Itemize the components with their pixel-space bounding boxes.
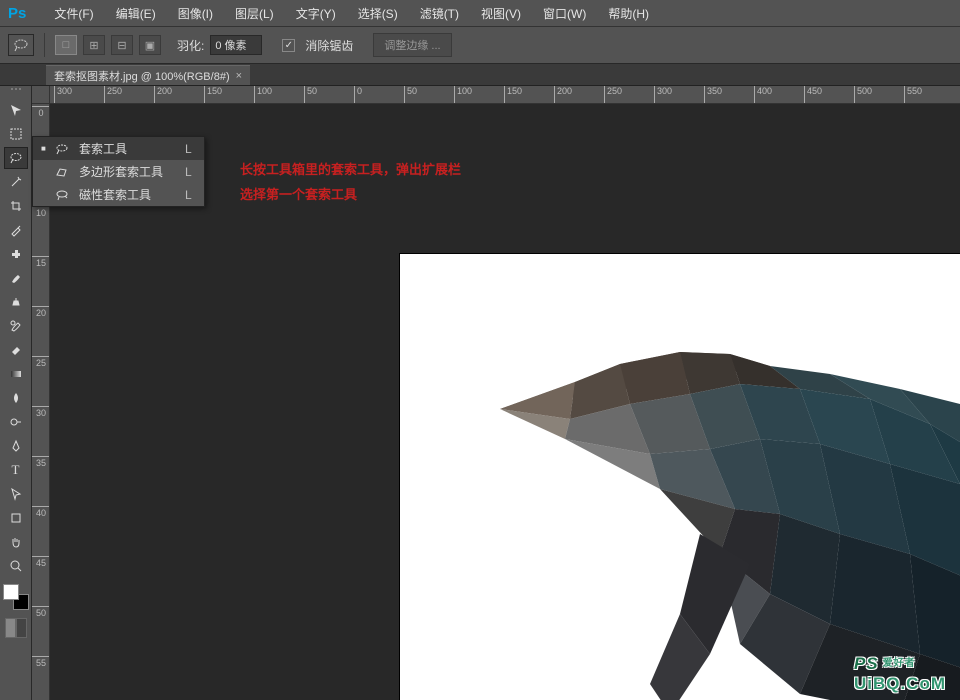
antialias-label: 消除锯齿 [305,37,353,54]
flyout-label: 磁性套索工具 [79,186,163,203]
separator [44,33,45,57]
flyout-magnetic-lasso-tool[interactable]: 磁性套索工具 L [33,183,204,206]
crop-tool-icon[interactable] [4,195,28,217]
lasso-flyout-menu: ■ 套索工具 L 多边形套索工具 L 磁性套索工具 L [32,136,205,207]
marquee-tool-icon[interactable] [4,123,28,145]
selection-subtract-icon[interactable]: ⊟ [111,35,133,55]
polygonal-lasso-icon [55,166,71,178]
flyout-shortcut: L [185,188,192,202]
hand-tool-icon[interactable] [4,531,28,553]
menu-image[interactable]: 图像(I) [168,2,223,25]
shape-tool-icon[interactable] [4,507,28,529]
refine-edge-button[interactable]: 调整边缘 ... [373,33,451,57]
selected-bullet-icon: ■ [41,144,47,153]
menu-filter[interactable]: 滤镜(T) [410,2,469,25]
options-bar: □ ⊞ ⊟ ▣ 羽化: ✓ 消除锯齿 调整边缘 ... [0,26,960,64]
selection-add-icon[interactable]: ⊞ [83,35,105,55]
blur-tool-icon[interactable] [4,387,28,409]
quickmask-toggle[interactable] [5,618,27,638]
flyout-label: 套索工具 [79,140,163,157]
dodge-tool-icon[interactable] [4,411,28,433]
feather-input[interactable] [210,35,262,55]
close-tab-icon[interactable]: × [236,70,242,82]
menu-help[interactable]: 帮助(H) [598,2,659,25]
brush-tool-icon[interactable] [4,267,28,289]
annotation-line1: 长按工具箱里的套索工具，弹出扩展栏 [240,159,461,178]
document-tab-strip: 套索抠图素材.jpg @ 100%(RGB/8#) × [0,64,960,86]
spot-heal-tool-icon[interactable] [4,243,28,265]
menu-view[interactable]: 视图(V) [471,2,531,25]
eraser-tool-icon[interactable] [4,339,28,361]
flyout-shortcut: L [185,142,192,156]
magic-wand-tool-icon[interactable] [4,171,28,193]
annotation-line2: 选择第一个套索工具 [240,184,357,203]
flyout-lasso-tool[interactable]: ■ 套索工具 L [33,137,204,160]
flyout-shortcut: L [185,165,192,179]
eyedropper-tool-icon[interactable] [4,219,28,241]
document-canvas[interactable] [400,254,960,700]
gradient-tool-icon[interactable] [4,363,28,385]
foreground-color-swatch[interactable] [3,584,19,600]
menu-layer[interactable]: 图层(L) [225,2,284,25]
clone-stamp-tool-icon[interactable] [4,291,28,313]
document-title: 套索抠图素材.jpg @ 100%(RGB/8#) [54,68,230,84]
panel-grip[interactable] [2,88,30,94]
horizontal-ruler[interactable]: 3002502001501005005010015020025030035040… [50,86,960,104]
path-select-tool-icon[interactable] [4,483,28,505]
selection-new-icon[interactable]: □ [55,35,77,55]
history-brush-tool-icon[interactable] [4,315,28,337]
menu-bar: Ps 文件(F) 编辑(E) 图像(I) 图层(L) 文字(Y) 选择(S) 滤… [0,0,960,26]
current-tool-icon[interactable] [8,34,34,56]
antialias-checkbox[interactable]: ✓ [282,39,295,52]
workspace: T 30025020015010050050100150200250300350… [0,86,960,700]
app-logo: Ps [8,5,26,22]
menu-file[interactable]: 文件(F) [44,2,103,25]
flyout-label: 多边形套索工具 [79,163,163,180]
menu-edit[interactable]: 编辑(E) [106,2,166,25]
lasso-tool-icon[interactable] [4,147,28,169]
ruler-origin[interactable] [32,86,50,104]
move-tool-icon[interactable] [4,99,28,121]
flyout-polygonal-lasso-tool[interactable]: 多边形套索工具 L [33,160,204,183]
zoom-tool-icon[interactable] [4,555,28,577]
feather-label: 羽化: [177,37,204,54]
document-tab[interactable]: 套索抠图素材.jpg @ 100%(RGB/8#) × [46,65,250,85]
menu-type[interactable]: 文字(Y) [286,2,346,25]
pen-tool-icon[interactable] [4,435,28,457]
watermark: PS爱好者 UiBQ.CoM [854,654,946,694]
type-tool-icon[interactable]: T [4,459,28,481]
lasso-icon [55,143,71,155]
dolphin-artwork [400,254,960,700]
selection-intersect-icon[interactable]: ▣ [139,35,161,55]
menu-select[interactable]: 选择(S) [348,2,408,25]
magnetic-lasso-icon [55,189,71,201]
menu-window[interactable]: 窗口(W) [533,2,596,25]
color-swatches[interactable] [3,584,29,610]
tools-panel: T [0,86,32,700]
